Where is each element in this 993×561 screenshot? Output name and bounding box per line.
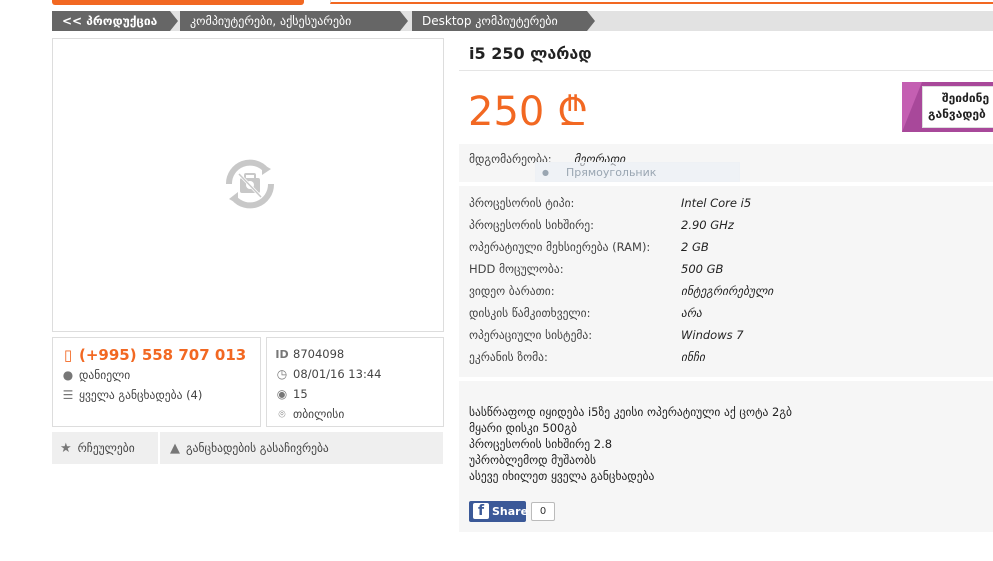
report-listing-button[interactable]: ▲ განცხადების გასაჩივრება	[162, 432, 443, 464]
banner-line1: შეიძინე	[942, 91, 990, 105]
share-count: 0	[531, 502, 555, 521]
spec-key: ეკრანის ზომა:	[469, 350, 548, 364]
contact-box: ▯ (+995) 558 707 013 ● დანიელი ☰ ყველა განც…	[52, 337, 261, 427]
date-row: ◷ 08/01/16 13:44	[275, 367, 382, 381]
id-row: ID 8704098	[275, 347, 344, 361]
clock-icon: ◷	[276, 367, 288, 381]
breadcrumb-item-desktop[interactable]: Desktop კომპიუტერები	[412, 11, 595, 31]
spec-key: ოპერაციული სისტემა:	[469, 328, 593, 342]
breadcrumb-item-computers[interactable]: კომპიუტერები, აქსესუარები	[180, 11, 408, 31]
description-line: სასწრაფოდ იყიდება i5ზე კეისი ოპერატიული …	[469, 405, 792, 419]
spec-value: ინტეგრირებული	[681, 284, 774, 298]
report-label: განცხადების გასაჩივრება	[186, 441, 329, 455]
facebook-share-button[interactable]: f Share	[469, 501, 529, 522]
spec-value: Intel Core i5	[681, 196, 752, 210]
spec-value: 2 GB	[681, 240, 709, 254]
seller-row: ● დანიელი	[61, 368, 131, 382]
warning-icon: ▲	[170, 441, 180, 456]
views-row: ◉ 15	[275, 387, 308, 401]
spec-key: ოპერატიული მეხსიერება (RAM):	[469, 240, 651, 254]
listing-title: i5 250 ლარად	[469, 44, 592, 63]
title-divider	[459, 70, 993, 71]
spec-value: 500 GB	[681, 262, 724, 276]
specs-table: პროცესორის ტიპი: Intel Core i5 პროცესორის…	[459, 186, 993, 377]
user-icon: ●	[62, 368, 74, 382]
tooltip-dot-icon: ●	[542, 168, 549, 177]
description-line: ასევე იხილეთ ყველა განცხადება	[469, 469, 655, 483]
description-line: პროცესორის სიხშირე 2.8	[469, 437, 613, 451]
spec-key: პროცესორის სიხშირე:	[469, 218, 595, 232]
spec-key: პროცესორის ტიპი:	[469, 196, 575, 210]
breadcrumb: << პროდუქცია კომპიუტერები, აქსესუარები D…	[52, 11, 993, 31]
tooltip-text: Прямоугольник	[566, 166, 657, 179]
phone-number[interactable]: (+995) 558 707 013	[79, 346, 246, 364]
seller-name: დანიელი	[79, 368, 131, 382]
listing-price: 250 ₾	[468, 89, 588, 135]
listing-date: 08/01/16 13:44	[293, 367, 382, 381]
eye-icon: ◉	[276, 387, 288, 401]
mobile-phone-icon: ▯	[63, 346, 73, 364]
no-image-icon	[225, 159, 275, 209]
banner-fold	[902, 82, 922, 132]
facebook-icon: f	[473, 503, 489, 519]
spec-value: ინჩი	[681, 350, 705, 364]
listing-photo[interactable]	[52, 38, 444, 332]
map-pin-icon: ⌾	[278, 407, 286, 421]
phone-row[interactable]: ▯ (+995) 558 707 013	[61, 346, 246, 364]
spec-value: არა	[681, 306, 702, 320]
all-ads-link[interactable]: ყველა განცხადება (4)	[79, 388, 202, 402]
shape-tooltip: ● Прямоугольник	[535, 162, 740, 182]
spec-value: Windows 7	[681, 328, 744, 342]
add-to-favorites-button[interactable]: ★ რჩეულები	[52, 432, 160, 464]
top-nav-accent	[52, 0, 304, 5]
listing-id: 8704098	[293, 347, 345, 361]
all-ads-row[interactable]: ☰ ყველა განცხადება (4)	[61, 388, 203, 402]
favorites-label: რჩეულები	[77, 441, 135, 455]
spec-value: 2.90 GHz	[681, 218, 734, 232]
spec-key: HDD მოცულობა:	[469, 262, 564, 276]
listing-meta-box: ID 8704098 ◷ 08/01/16 13:44 ◉ 15 ⌾ თბილისი	[266, 337, 444, 427]
list-icon: ☰	[62, 388, 74, 402]
action-bar: ★ რჩეულები ▲ განცხადების გასაჩივრება	[52, 432, 443, 464]
star-icon: ★	[60, 441, 72, 456]
location-row: ⌾ თბილისი	[275, 407, 344, 422]
listing-city: თბილისი	[293, 407, 345, 421]
spec-key: ვიდეო ბარათი:	[469, 284, 555, 298]
description-line: უპრობლემოდ მუშაობს	[469, 453, 596, 467]
banner-line2: განვადებ	[928, 107, 986, 121]
view-count: 15	[293, 387, 308, 401]
search-bar-edge[interactable]	[330, 0, 993, 4]
breadcrumb-item-products[interactable]: << პროდუქცია	[52, 11, 178, 31]
share-label: Share	[492, 505, 529, 518]
spec-key: დისკის წამკითხველი:	[469, 306, 591, 320]
installment-banner[interactable]: შეიძინე განვადებ	[902, 82, 993, 132]
id-label: ID	[275, 348, 289, 361]
description-line: მყარი დისკი 500გბ	[469, 421, 577, 435]
